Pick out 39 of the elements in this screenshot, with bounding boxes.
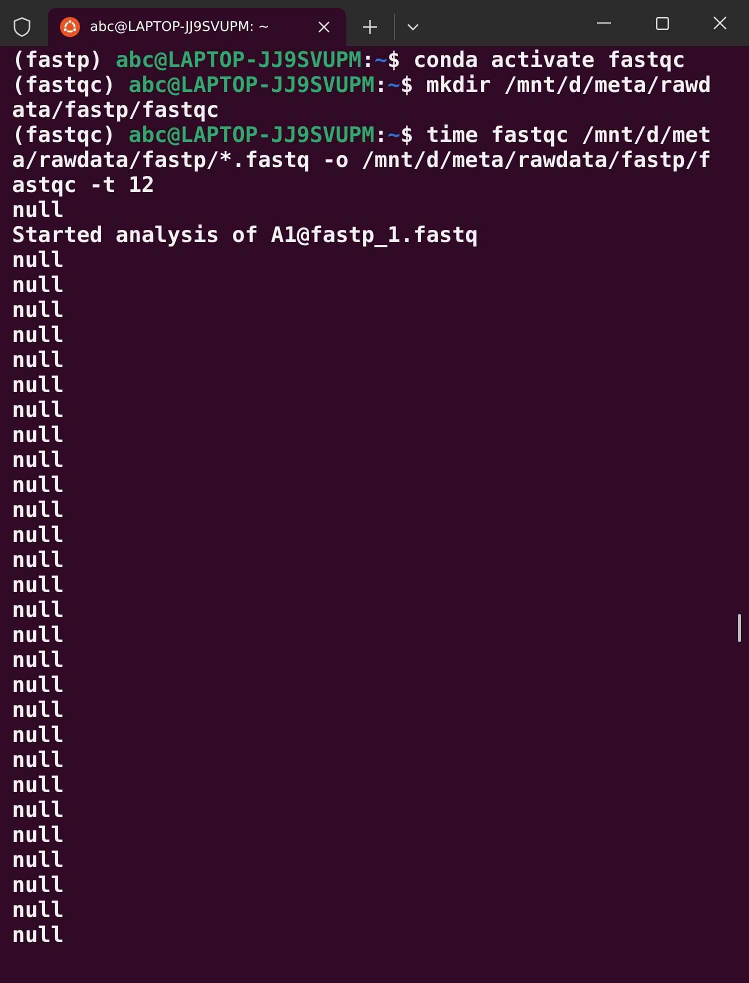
terminal-line: null — [12, 623, 64, 648]
terminal-line: null — [12, 498, 64, 523]
terminal-line: a/rawdata/fastp/*.fastq -o /mnt/d/meta/rawdata/fastp/f — [12, 148, 711, 173]
terminal-line: null — [12, 798, 64, 823]
terminal-line: null — [12, 198, 64, 223]
ubuntu-logo-icon — [60, 17, 80, 37]
terminal-line: null — [12, 648, 64, 673]
terminal-line: null — [12, 348, 64, 373]
terminal-line: null — [12, 873, 64, 898]
terminal-line: null — [12, 848, 64, 873]
terminal-line: null — [12, 448, 64, 473]
terminal-line: null — [12, 273, 64, 298]
terminal-line: null — [12, 248, 64, 273]
terminal-line: null — [12, 823, 64, 848]
terminal-line: null — [12, 373, 64, 398]
terminal-line: null — [12, 773, 64, 798]
terminal-tab[interactable]: abc@LAPTOP-JJ9SVUPM: ~ — [48, 8, 346, 46]
terminal-line: ata/fastp/fastqc — [12, 98, 220, 123]
terminal-line: null — [12, 898, 64, 923]
terminal-line: Started analysis of A1@fastp_1.fastq — [12, 223, 478, 248]
terminal-line: null — [12, 723, 64, 748]
terminal-line: null — [12, 298, 64, 323]
terminal-line: null — [12, 398, 64, 423]
terminal-line: (fastqc) abc@LAPTOP-JJ9SVUPM:~$ mkdir /mnt/d/meta/rawd — [12, 73, 712, 98]
scrollbar-thumb[interactable] — [738, 614, 741, 642]
terminal-line: astqc -t 12 — [12, 173, 154, 198]
terminal-line: null — [12, 673, 64, 698]
terminal-line: null — [12, 923, 64, 948]
terminal-line: null — [12, 598, 64, 623]
terminal-line: null — [12, 523, 64, 548]
terminal-line: (fastp) abc@LAPTOP-JJ9SVUPM:~$ conda activate fastqc — [12, 48, 686, 73]
terminal-line: null — [12, 473, 64, 498]
terminal-line: null — [12, 423, 64, 448]
terminal-line: null — [12, 323, 64, 348]
terminal-line: null — [12, 748, 64, 773]
terminal-line: null — [12, 573, 64, 598]
terminal-line: (fastqc) abc@LAPTOP-JJ9SVUPM:~$ time fastqc /mnt/d/met — [12, 123, 712, 148]
terminal-line: null — [12, 548, 64, 573]
terminal-line: null — [12, 698, 64, 723]
